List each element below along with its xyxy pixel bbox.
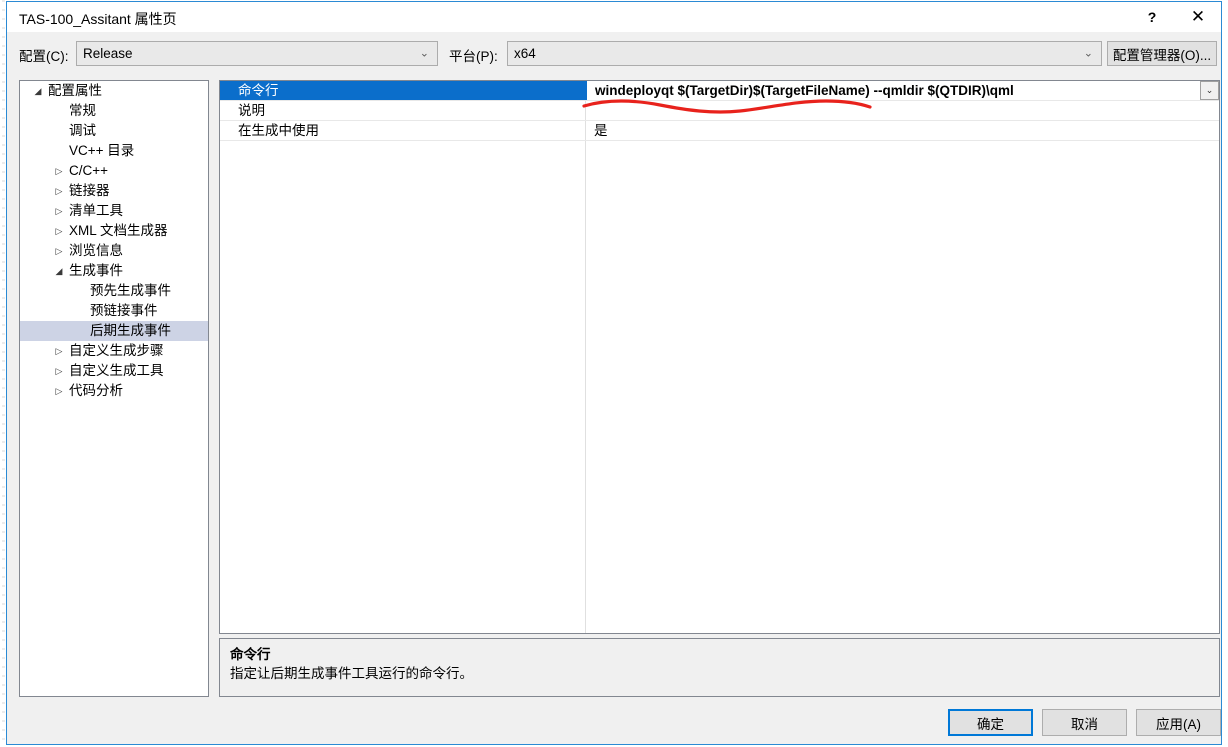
description-panel: 命令行 指定让后期生成事件工具运行的命令行。 bbox=[219, 638, 1220, 697]
property-name: 说明 bbox=[238, 103, 265, 118]
tree-item-label: VC++ 目录 bbox=[69, 143, 135, 158]
tree-expander-open-icon[interactable]: ◢ bbox=[30, 81, 46, 101]
tree-item-label: 自定义生成步骤 bbox=[69, 343, 164, 358]
property-tree[interactable]: ◢ 配置属性 常规 调试 VC++ 目录 ▷ C/C++ ▷ 链接器 ▷ 清单工具 ▷ XML 文档生成… bbox=[19, 80, 209, 697]
tree-expander-closed-icon[interactable]: ▷ bbox=[51, 181, 67, 201]
tree-expander-closed-icon[interactable]: ▷ bbox=[51, 241, 67, 261]
platform-combobox[interactable]: x64 ⌄ bbox=[507, 41, 1102, 66]
tree-item-label: 生成事件 bbox=[69, 263, 123, 278]
tree-item-label: 后期生成事件 bbox=[90, 323, 171, 338]
tree-item-label: 清单工具 bbox=[69, 203, 123, 218]
tree-item-label: 代码分析 bbox=[69, 383, 123, 398]
title-bar: TAS-100_Assitant 属性页 ? ✕ bbox=[7, 2, 1221, 32]
tree-item-14[interactable]: ▷ 自定义生成工具 bbox=[20, 361, 208, 381]
property-value[interactable] bbox=[586, 101, 1219, 120]
tree-item-label: 浏览信息 bbox=[69, 243, 123, 258]
tree-expander-closed-icon[interactable]: ▷ bbox=[51, 201, 67, 221]
apply-button[interactable]: 应用(A) bbox=[1136, 709, 1221, 736]
property-name: 命令行 bbox=[220, 81, 586, 100]
page-title: TAS-100_Assitant 属性页 bbox=[19, 11, 177, 27]
tree-expander-closed-icon[interactable]: ▷ bbox=[51, 361, 67, 381]
property-tree-list: ◢ 配置属性 常规 调试 VC++ 目录 ▷ C/C++ ▷ 链接器 ▷ 清单工具 ▷ XML 文档生成… bbox=[20, 81, 208, 401]
tree-item-label: 链接器 bbox=[69, 183, 110, 198]
tree-item-13[interactable]: ▷ 自定义生成步骤 bbox=[20, 341, 208, 361]
cancel-button[interactable]: 取消 bbox=[1042, 709, 1127, 736]
tree-item-4[interactable]: ▷ C/C++ bbox=[20, 161, 208, 181]
tree-item-2[interactable]: 调试 bbox=[20, 121, 208, 141]
tree-item-0[interactable]: ◢ 配置属性 bbox=[20, 81, 208, 101]
configuration-bar: 配置(C): Release ⌄ 平台(P): x64 ⌄ 配置管理器(O)..… bbox=[7, 32, 1221, 76]
configuration-value: Release bbox=[83, 46, 133, 61]
tree-expander-closed-icon[interactable]: ▷ bbox=[51, 341, 67, 361]
tree-item-11[interactable]: 预链接事件 bbox=[20, 301, 208, 321]
tree-item-label: 常规 bbox=[69, 103, 96, 118]
tree-item-3[interactable]: VC++ 目录 bbox=[20, 141, 208, 161]
property-value-dropdown-button[interactable]: ⌄ bbox=[1200, 81, 1219, 100]
tree-item-1[interactable]: 常规 bbox=[20, 101, 208, 121]
chevron-down-icon: ⌄ bbox=[419, 47, 429, 59]
chevron-down-icon: ⌄ bbox=[1083, 47, 1093, 59]
platform-label: 平台(P): bbox=[449, 49, 498, 64]
platform-value: x64 bbox=[514, 46, 536, 61]
tree-item-label: 预链接事件 bbox=[90, 303, 158, 318]
ok-button[interactable]: 确定 bbox=[948, 709, 1033, 736]
tree-item-12[interactable]: 后期生成事件 bbox=[20, 321, 208, 341]
tree-item-6[interactable]: ▷ 清单工具 bbox=[20, 201, 208, 221]
tree-expander-closed-icon[interactable]: ▷ bbox=[51, 161, 67, 181]
tree-item-label: 自定义生成工具 bbox=[69, 363, 164, 378]
tree-item-label: XML 文档生成器 bbox=[69, 223, 168, 238]
tree-item-7[interactable]: ▷ XML 文档生成器 bbox=[20, 221, 208, 241]
tree-item-label: 调试 bbox=[69, 123, 96, 138]
description-body: 指定让后期生成事件工具运行的命令行。 bbox=[230, 666, 473, 681]
property-grid-rows: 命令行 windeployqt $(TargetDir)$(TargetFileN… bbox=[220, 81, 1219, 141]
tree-item-8[interactable]: ▷ 浏览信息 bbox=[20, 241, 208, 261]
property-value[interactable]: windeployqt $(TargetDir)$(TargetFileName… bbox=[586, 81, 1219, 100]
property-row[interactable]: 说明 bbox=[220, 101, 1219, 121]
column-splitter[interactable] bbox=[585, 81, 586, 633]
tree-item-15[interactable]: ▷ 代码分析 bbox=[20, 381, 208, 401]
tree-item-label: 配置属性 bbox=[48, 83, 102, 98]
tree-item-5[interactable]: ▷ 链接器 bbox=[20, 181, 208, 201]
tree-item-label: C/C++ bbox=[69, 163, 109, 178]
property-pages-dialog: TAS-100_Assitant 属性页 ? ✕ 配置(C): Release … bbox=[6, 1, 1222, 745]
help-button[interactable]: ? bbox=[1129, 2, 1175, 32]
tree-expander-closed-icon[interactable]: ▷ bbox=[51, 221, 67, 241]
property-row[interactable]: 命令行 windeployqt $(TargetDir)$(TargetFileN… bbox=[220, 81, 1219, 101]
property-grid[interactable]: 命令行 windeployqt $(TargetDir)$(TargetFileN… bbox=[219, 80, 1220, 634]
tree-item-10[interactable]: 预先生成事件 bbox=[20, 281, 208, 301]
configuration-combobox[interactable]: Release ⌄ bbox=[76, 41, 438, 66]
tree-item-9[interactable]: ◢ 生成事件 bbox=[20, 261, 208, 281]
property-row[interactable]: 在生成中使用 是 bbox=[220, 121, 1219, 141]
configuration-manager-button[interactable]: 配置管理器(O)... bbox=[1107, 41, 1217, 66]
tree-expander-closed-icon[interactable]: ▷ bbox=[51, 381, 67, 401]
property-name: 在生成中使用 bbox=[238, 123, 319, 138]
tree-item-label: 预先生成事件 bbox=[90, 283, 171, 298]
property-value[interactable]: 是 bbox=[586, 121, 1219, 140]
close-button[interactable]: ✕ bbox=[1175, 2, 1221, 32]
tree-expander-open-icon[interactable]: ◢ bbox=[51, 261, 67, 281]
configuration-label: 配置(C): bbox=[19, 49, 69, 64]
description-title: 命令行 bbox=[230, 647, 271, 662]
